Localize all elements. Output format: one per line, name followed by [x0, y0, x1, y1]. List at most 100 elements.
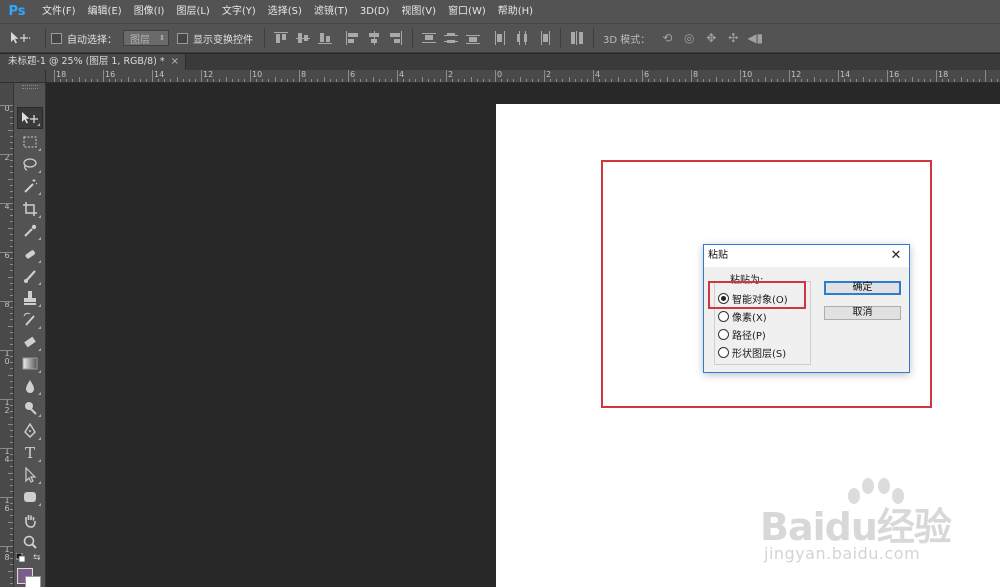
ruler-tick	[629, 79, 631, 82]
ruler-tick	[201, 70, 202, 82]
ruler-tick	[831, 79, 833, 82]
menu-help[interactable]: 帮助(H)	[492, 0, 539, 23]
menu-filter[interactable]: 滤镜(T)	[308, 0, 354, 23]
align-bottom-icon[interactable]	[317, 30, 333, 46]
menu-type[interactable]: 文字(Y)	[216, 0, 262, 23]
ruler-tick	[10, 466, 13, 468]
document-tab-title: 未标题-1 @ 25% (图层 1, RGB/8) *	[8, 56, 165, 67]
ruler-tick	[703, 79, 705, 82]
menu-image[interactable]: 图像(I)	[128, 0, 171, 23]
ruler-tick	[917, 79, 919, 82]
background-color-swatch[interactable]	[25, 576, 41, 587]
distribute-right-icon[interactable]	[536, 30, 552, 46]
radio-unchecked-icon	[718, 346, 729, 358]
close-icon[interactable]: ✕	[883, 245, 909, 267]
ruler-tick	[139, 79, 141, 82]
ruler-tick	[176, 77, 178, 82]
shape-tool-icon[interactable]	[17, 486, 43, 508]
distribute-vcenter-icon[interactable]	[443, 30, 459, 46]
ruler-tick	[109, 79, 111, 82]
ruler-tick	[10, 490, 13, 492]
ruler-tick	[0, 252, 13, 253]
ok-button[interactable]: 确定	[824, 281, 901, 295]
ruler-tick	[642, 70, 643, 82]
pen-tool-icon[interactable]	[17, 420, 43, 442]
menu-3d[interactable]: 3D(D)	[354, 0, 396, 23]
move-tool-icon[interactable]	[17, 107, 43, 129]
ruler-label: 12	[203, 70, 214, 79]
align-right-icon[interactable]	[388, 30, 404, 46]
ruler-label: 18	[56, 70, 67, 79]
ruler-tick	[10, 405, 13, 407]
move-tool-preset-button[interactable]	[0, 23, 40, 53]
radio-pixels[interactable]: 像素(X)	[718, 309, 767, 324]
blur-tool-icon[interactable]	[17, 375, 43, 397]
menu-layer[interactable]: 图层(L)	[170, 0, 215, 23]
distribute-left-icon[interactable]	[492, 30, 508, 46]
cancel-button[interactable]: 取消	[824, 306, 901, 320]
distribute-hcenter-icon[interactable]	[514, 30, 530, 46]
swap-colors-icon[interactable]: ⇆	[33, 553, 43, 563]
auto-select-dropdown[interactable]: 图层 ⇕	[123, 30, 169, 46]
ruler-tick	[427, 79, 429, 82]
ruler-tick	[10, 184, 13, 186]
radio-path[interactable]: 路径(P)	[718, 327, 766, 342]
align-top-icon[interactable]	[273, 30, 289, 46]
magic-wand-tool-icon[interactable]	[17, 175, 43, 197]
default-colors-icon[interactable]	[15, 552, 26, 563]
radio-shape-layer[interactable]: 形状图层(S)	[718, 345, 786, 360]
menu-select[interactable]: 选择(S)	[262, 0, 308, 23]
radio-unchecked-icon	[718, 328, 729, 340]
menu-window[interactable]: 窗口(W)	[442, 0, 492, 23]
auto-select-checkbox[interactable]	[51, 32, 62, 44]
ruler-label: 16	[105, 70, 116, 79]
align-vcenter-icon[interactable]	[295, 30, 311, 46]
ruler-tick	[874, 79, 876, 82]
hand-tool-icon[interactable]	[17, 509, 43, 531]
panel-grip[interactable]	[22, 85, 38, 89]
rotate-3d-icon[interactable]: ⟲	[658, 30, 676, 46]
eraser-tool-icon[interactable]	[17, 331, 43, 353]
ruler-tick	[593, 70, 594, 82]
menu-view[interactable]: 视图(V)	[395, 0, 442, 23]
ruler-tick	[439, 79, 441, 82]
brush-tool-icon[interactable]	[17, 265, 43, 287]
ruler-tick	[978, 79, 980, 82]
ruler-tick	[323, 77, 325, 82]
history-brush-tool-icon[interactable]	[17, 309, 43, 331]
gradient-tool-icon[interactable]	[17, 353, 43, 375]
eyedropper-tool-icon[interactable]	[17, 220, 43, 242]
menu-file[interactable]: 文件(F)	[36, 0, 82, 23]
ruler-tick	[0, 105, 13, 106]
menu-edit[interactable]: 编辑(E)	[82, 0, 128, 23]
distribute-top-icon[interactable]	[421, 30, 437, 46]
close-icon[interactable]: ×	[171, 54, 179, 70]
healing-brush-tool-icon[interactable]	[17, 243, 43, 265]
baidu-watermark: Baidu经验 jingyan.baidu.com	[730, 478, 970, 578]
align-left-icon[interactable]	[344, 30, 360, 46]
ruler-tick	[8, 472, 13, 474]
marquee-tool-icon[interactable]	[17, 131, 43, 153]
scale-3d-icon[interactable]: ◀▮	[746, 30, 764, 46]
ruler-corner	[0, 70, 46, 83]
show-transform-checkbox[interactable]	[177, 32, 188, 44]
lasso-tool-icon[interactable]	[17, 153, 43, 175]
crop-tool-icon[interactable]	[17, 198, 43, 220]
type-tool-icon[interactable]: T	[17, 442, 43, 464]
distribute-bottom-icon[interactable]	[465, 30, 481, 46]
ruler-tick	[8, 129, 13, 131]
drag-3d-icon[interactable]: ✥	[702, 30, 720, 46]
align-hcenter-icon[interactable]	[366, 30, 382, 46]
clone-stamp-tool-icon[interactable]	[17, 287, 43, 309]
ruler-tick	[72, 79, 74, 82]
ruler-tick	[599, 79, 601, 82]
zoom-tool-icon[interactable]	[17, 531, 43, 553]
document-tab[interactable]: 未标题-1 @ 25% (图层 1, RGB/8) * ×	[0, 54, 186, 70]
dodge-tool-icon[interactable]	[17, 397, 43, 419]
auto-align-layers-icon[interactable]	[569, 30, 585, 46]
ruler-tick	[452, 79, 454, 82]
slide-3d-icon[interactable]: ✣	[724, 30, 742, 46]
ruler-tick	[403, 79, 405, 82]
roll-3d-icon[interactable]: ◎	[680, 30, 698, 46]
path-selection-tool-icon[interactable]	[17, 464, 43, 486]
